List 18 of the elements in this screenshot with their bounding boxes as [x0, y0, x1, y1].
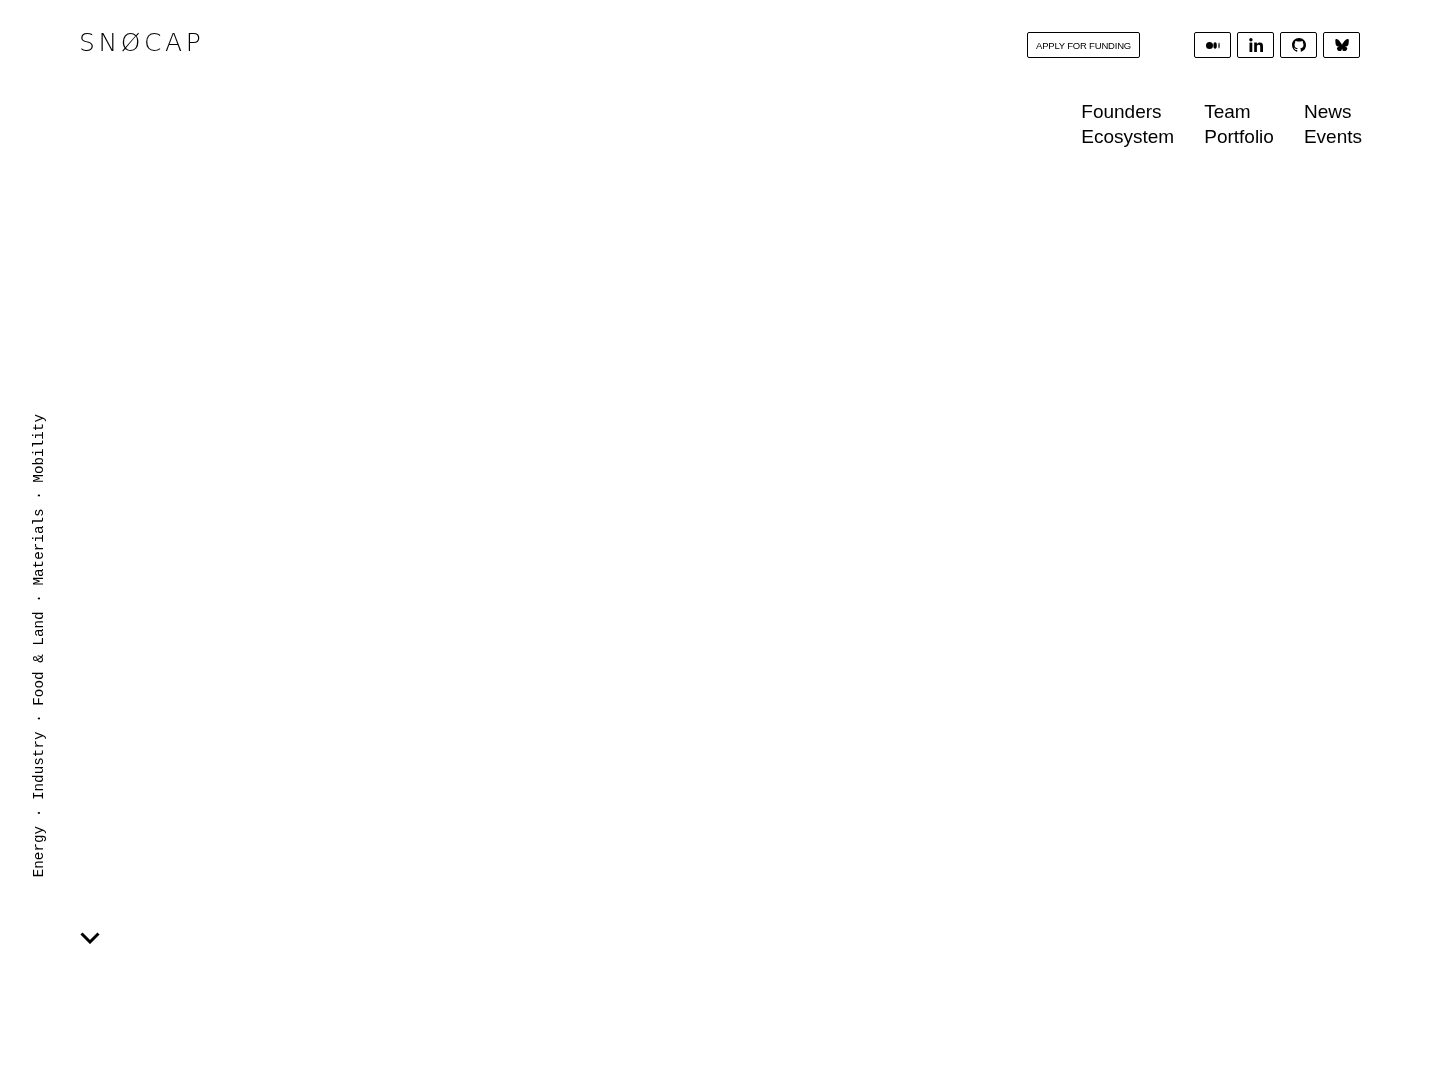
nav-link[interactable]: Founders	[1081, 99, 1162, 124]
nav-link[interactable]: Portfolio	[1204, 124, 1274, 149]
chevron-down-icon[interactable]	[80, 932, 100, 944]
apply-for-funding-button[interactable]: APPLY FOR FUNDING	[1027, 32, 1140, 58]
linkedin-logo-button[interactable]	[1237, 32, 1274, 58]
github-logo-button[interactable]	[1280, 32, 1317, 58]
sectors-text: Energy · Industry · Food & Land · Materials · Mobility	[30, 414, 48, 878]
medium-logo-button[interactable]	[1194, 32, 1231, 58]
nav-link[interactable]: Events	[1303, 124, 1362, 149]
github-logo-icon	[1291, 38, 1306, 52]
nav-link[interactable]: Team	[1204, 99, 1251, 124]
butterfly-icon	[1334, 39, 1349, 51]
linkedin-logo-icon	[1248, 38, 1263, 52]
nav-link[interactable]: News	[1303, 99, 1352, 124]
butterfly-button[interactable]	[1323, 32, 1360, 58]
medium-logo-icon	[1205, 41, 1220, 49]
nav-link[interactable]: Ecosystem	[1081, 124, 1175, 149]
logo[interactable]: SNØCAP	[79, 31, 205, 55]
